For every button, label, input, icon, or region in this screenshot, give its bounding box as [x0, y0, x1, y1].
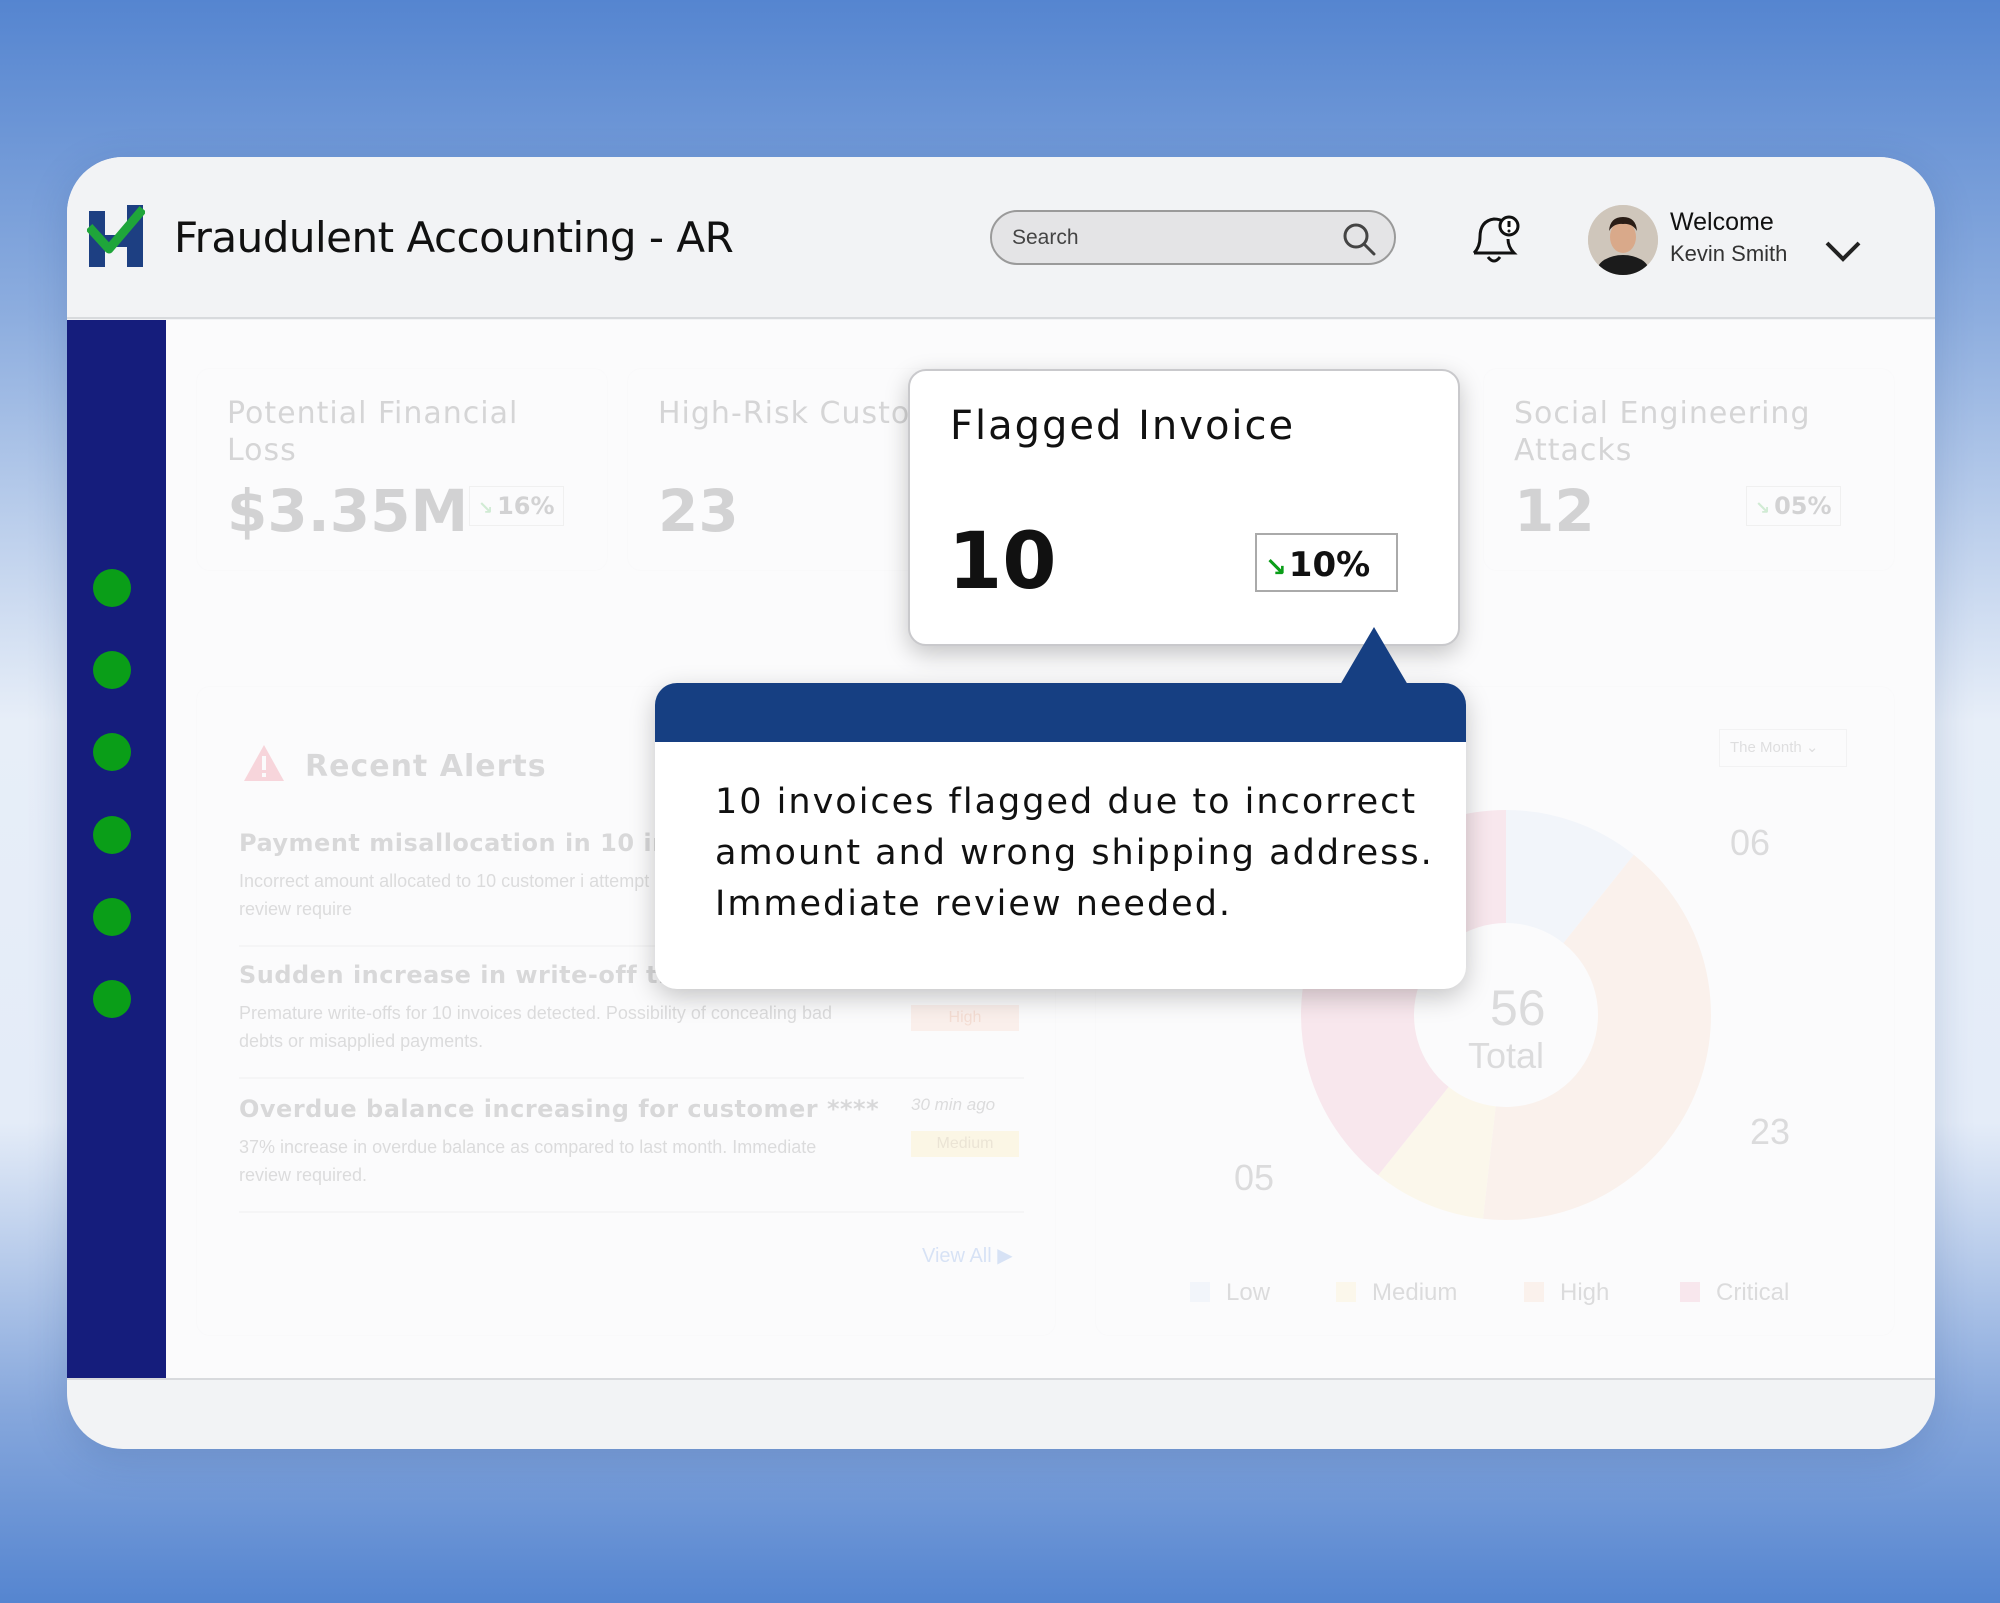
alert-desc: Premature write-offs for 10 invoices det… [239, 1003, 832, 1051]
tooltip-pointer [1340, 627, 1408, 685]
kpi-change-badge: ↘ 16% [469, 486, 564, 526]
month-select[interactable]: The Month ⌄ [1719, 729, 1847, 767]
slice-label-high: 23 [1750, 1111, 1791, 1152]
legend-label: High [1560, 1279, 1610, 1306]
footer-divider [67, 1378, 1935, 1380]
kpi-label: High-Risk Custo [658, 396, 911, 431]
trend-down-icon: ↘ [1265, 553, 1287, 583]
alert-time: 30 min ago [911, 1095, 996, 1114]
alert-title: Sudden increase in write-off trar [239, 961, 700, 989]
sidebar-item-3[interactable] [93, 733, 131, 771]
donut-total-label: Total [1468, 1035, 1545, 1076]
welcome-text: Welcome [1670, 208, 1774, 236]
kpi-change: 05% [1774, 492, 1832, 520]
search-input[interactable] [1012, 223, 1312, 253]
flagged-invoice-change: 10% [1288, 545, 1371, 585]
month-select-label: The Month [1730, 739, 1802, 756]
sidebar-item-5[interactable] [93, 898, 131, 936]
sidebar-item-4[interactable] [93, 816, 131, 854]
flagged-invoice-card[interactable]: Flagged Invoice 10 ↘10% [908, 369, 1460, 646]
sidebar-item-1[interactable] [93, 569, 131, 607]
legend-high: High [1524, 1279, 1609, 1307]
alert-desc: 37% increase in overdue balance as compa… [239, 1137, 817, 1185]
slice-label-medium: 05 [1234, 1157, 1275, 1198]
alert-title: Payment misallocation in 10 invo [239, 829, 703, 857]
kpi-card-financial-loss[interactable]: Potential Financial Loss $3.35M ↘ 16% [196, 368, 608, 571]
view-all-link[interactable]: View All ▶ [922, 1243, 1013, 1268]
header: Fraudulent Accounting - AR Welco [67, 157, 1935, 319]
sidebar-item-6[interactable] [93, 980, 131, 1018]
kpi-label: Social Engineering Attacks [1514, 396, 1811, 468]
warning-icon [244, 745, 284, 781]
legend-label: Medium [1372, 1279, 1458, 1306]
user-name: Kevin Smith [1670, 241, 1788, 266]
kpi-change-badge: ↘ 05% [1746, 486, 1841, 526]
severity-badge-high: High [911, 1005, 1019, 1031]
severity-badge-medium: Medium [911, 1131, 1019, 1157]
tooltip-header-bar [655, 683, 1466, 742]
trend-down-icon: ↘ [478, 498, 494, 519]
play-arrow-icon: ▶ [997, 1245, 1013, 1267]
kpi-value: 12 [1514, 477, 1595, 545]
kpi-value: $3.35M [227, 477, 469, 545]
kpi-label: Potential Financial Loss [227, 396, 519, 468]
legend-label: Critical [1716, 1279, 1790, 1306]
flagged-invoice-title: Flagged Invoice [950, 403, 1296, 449]
chevron-down-icon[interactable] [1823, 239, 1863, 263]
search-icon[interactable] [1342, 222, 1376, 256]
legend-low: Low [1190, 1279, 1270, 1307]
tooltip-text: 10 invoices flagged due to incorrect amo… [715, 782, 1434, 924]
logo-icon [87, 205, 145, 267]
trend-down-icon: ↘ [1755, 498, 1771, 519]
legend-label: Low [1226, 1279, 1271, 1306]
legend-critical: Critical [1680, 1279, 1789, 1307]
user-avatar[interactable] [1588, 205, 1658, 275]
legend-medium: Medium [1336, 1279, 1457, 1307]
alerts-title: Recent Alerts [305, 749, 547, 784]
tooltip-callout: 10 invoices flagged due to incorrect amo… [655, 627, 1466, 989]
kpi-value: 23 [658, 477, 739, 545]
alert-title: Overdue balance increasing for customer … [239, 1095, 880, 1123]
alert-item[interactable]: Overdue balance increasing for customer … [239, 1095, 1024, 1213]
flagged-invoice-value: 10 [948, 517, 1057, 607]
slice-label-low: 06 [1730, 822, 1771, 863]
kpi-card-social-engineering[interactable]: Social Engineering Attacks 12 ↘ 05% [1483, 368, 1895, 571]
flagged-invoice-change-badge: ↘10% [1255, 533, 1398, 592]
sidebar [67, 320, 166, 1378]
sidebar-item-2[interactable] [93, 651, 131, 689]
notification-bell-icon[interactable] [1466, 209, 1522, 267]
kpi-change: 16% [497, 492, 555, 520]
search-bar[interactable] [990, 210, 1396, 265]
donut-total-value: 56 [1490, 980, 1546, 1036]
view-all-label: View All [922, 1245, 992, 1267]
app-title: Fraudulent Accounting - AR [174, 213, 734, 262]
